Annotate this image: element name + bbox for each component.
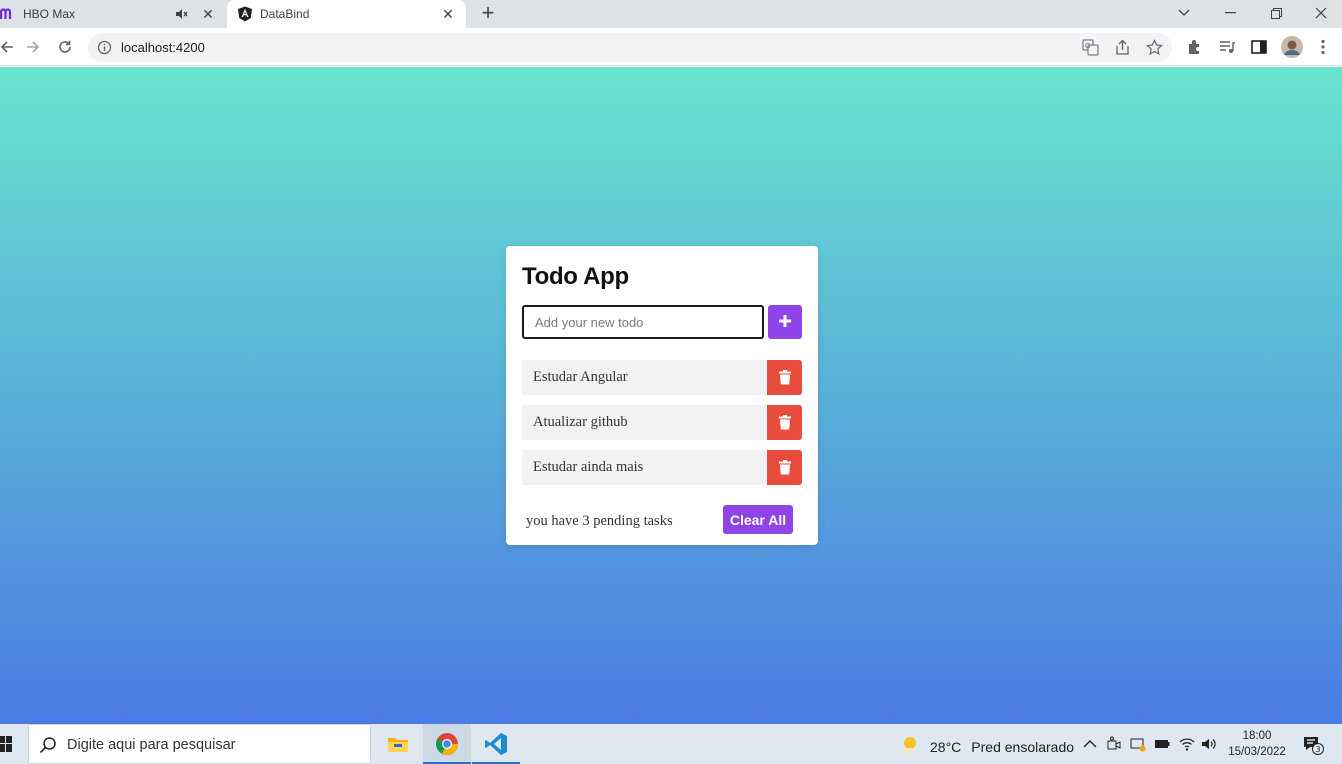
close-window-icon[interactable] — [1298, 0, 1342, 26]
file-explorer-icon[interactable] — [374, 724, 422, 764]
reload-icon[interactable] — [54, 36, 76, 58]
new-tab-button[interactable]: + — [476, 2, 500, 24]
battery-plug-icon[interactable] — [1154, 736, 1170, 752]
notifications-icon[interactable]: 3 — [1302, 734, 1324, 756]
close-tab-icon[interactable]: ✕ — [200, 6, 216, 22]
chrome-icon[interactable] — [423, 724, 471, 764]
url-text: localhost:4200 — [121, 40, 205, 55]
page-background: Todo App Estudar Angular Atualizar githu… — [0, 67, 1342, 724]
wifi-icon[interactable] — [1179, 736, 1195, 752]
clock-time: 18:00 — [1242, 730, 1272, 742]
extensions-icon[interactable] — [1186, 38, 1204, 56]
media-control-icon[interactable] — [1218, 38, 1236, 56]
close-tab-icon[interactable]: ✕ — [440, 6, 456, 22]
menu-kebab-icon[interactable] — [1314, 38, 1332, 56]
browser-toolbar: localhost:4200 G — [0, 28, 1342, 66]
todo-text: Estudar Angular — [533, 369, 628, 385]
weather-temperature: 28°C — [930, 738, 962, 755]
todo-list: Estudar Angular Atualizar github Estudar… — [522, 360, 802, 495]
todo-text: Estudar ainda mais — [533, 459, 644, 475]
angular-logo-icon — [237, 6, 253, 22]
weather-description: Pred ensolarado — [971, 738, 1075, 755]
trash-icon — [778, 415, 791, 430]
hbo-max-logo-icon — [0, 6, 16, 22]
forward-icon[interactable] — [22, 36, 44, 58]
side-panel-icon[interactable] — [1250, 38, 1268, 56]
add-todo-button[interactable] — [768, 305, 802, 339]
translate-icon[interactable]: G — [1082, 39, 1099, 56]
share-icon[interactable] — [1114, 39, 1131, 56]
clock-date: 15/03/2022 — [1228, 746, 1286, 758]
app-title: Todo App — [522, 263, 629, 290]
windows-start-icon[interactable] — [0, 736, 12, 752]
security-alert-icon[interactable] — [1130, 736, 1146, 752]
volume-icon[interactable] — [1201, 736, 1217, 752]
plus-icon — [778, 314, 792, 331]
speaker-icon[interactable] — [174, 6, 190, 22]
trash-icon — [778, 370, 791, 385]
tab-databind[interactable]: DataBind ✕ — [227, 0, 466, 28]
delete-todo-button[interactable] — [767, 450, 802, 485]
restore-icon[interactable] — [1253, 0, 1299, 26]
delete-todo-button[interactable] — [767, 360, 802, 395]
todo-input[interactable] — [522, 305, 764, 339]
weather-widget[interactable]: 28°C Pred ensolarado — [898, 735, 1074, 758]
system-clock[interactable]: 18:00 15/03/2022 — [1220, 728, 1294, 760]
pending-tasks-text: you have 3 pending tasks — [526, 513, 673, 529]
tab-search-icon[interactable] — [1161, 0, 1207, 26]
sun-cloud-icon — [898, 735, 920, 758]
taskbar: Digite aqui para pesquisar 28°C Pred ens… — [0, 724, 1342, 764]
svg-text:G: G — [1085, 42, 1090, 50]
site-info-icon[interactable] — [97, 40, 112, 55]
todo-card: Todo App Estudar Angular Atualizar githu… — [506, 246, 818, 545]
meet-now-icon[interactable] — [1106, 736, 1122, 752]
todo-text: Atualizar github — [533, 414, 628, 430]
taskbar-search-box[interactable]: Digite aqui para pesquisar — [28, 724, 371, 764]
address-bar[interactable]: localhost:4200 G — [88, 33, 1172, 62]
tab-label: HBO Max — [23, 7, 76, 21]
notification-count: 3 — [1315, 745, 1320, 754]
todo-item: Estudar Angular — [522, 360, 802, 395]
todo-item: Atualizar github — [522, 405, 802, 440]
bookmark-star-icon[interactable] — [1146, 39, 1163, 56]
chevron-up-icon[interactable] — [1082, 736, 1098, 752]
vscode-icon[interactable] — [472, 724, 520, 764]
minimize-icon[interactable] — [1207, 0, 1253, 26]
tab-hbo-max[interactable]: HBO Max ✕ — [0, 0, 226, 28]
delete-todo-button[interactable] — [767, 405, 802, 440]
clear-all-button[interactable]: Clear All — [723, 505, 793, 534]
back-icon[interactable] — [0, 36, 18, 58]
trash-icon — [778, 460, 791, 475]
todo-item: Estudar ainda mais — [522, 450, 802, 485]
tab-label: DataBind — [260, 7, 310, 21]
profile-avatar[interactable] — [1281, 36, 1303, 58]
search-placeholder: Digite aqui para pesquisar — [67, 737, 236, 753]
search-icon — [39, 736, 57, 754]
